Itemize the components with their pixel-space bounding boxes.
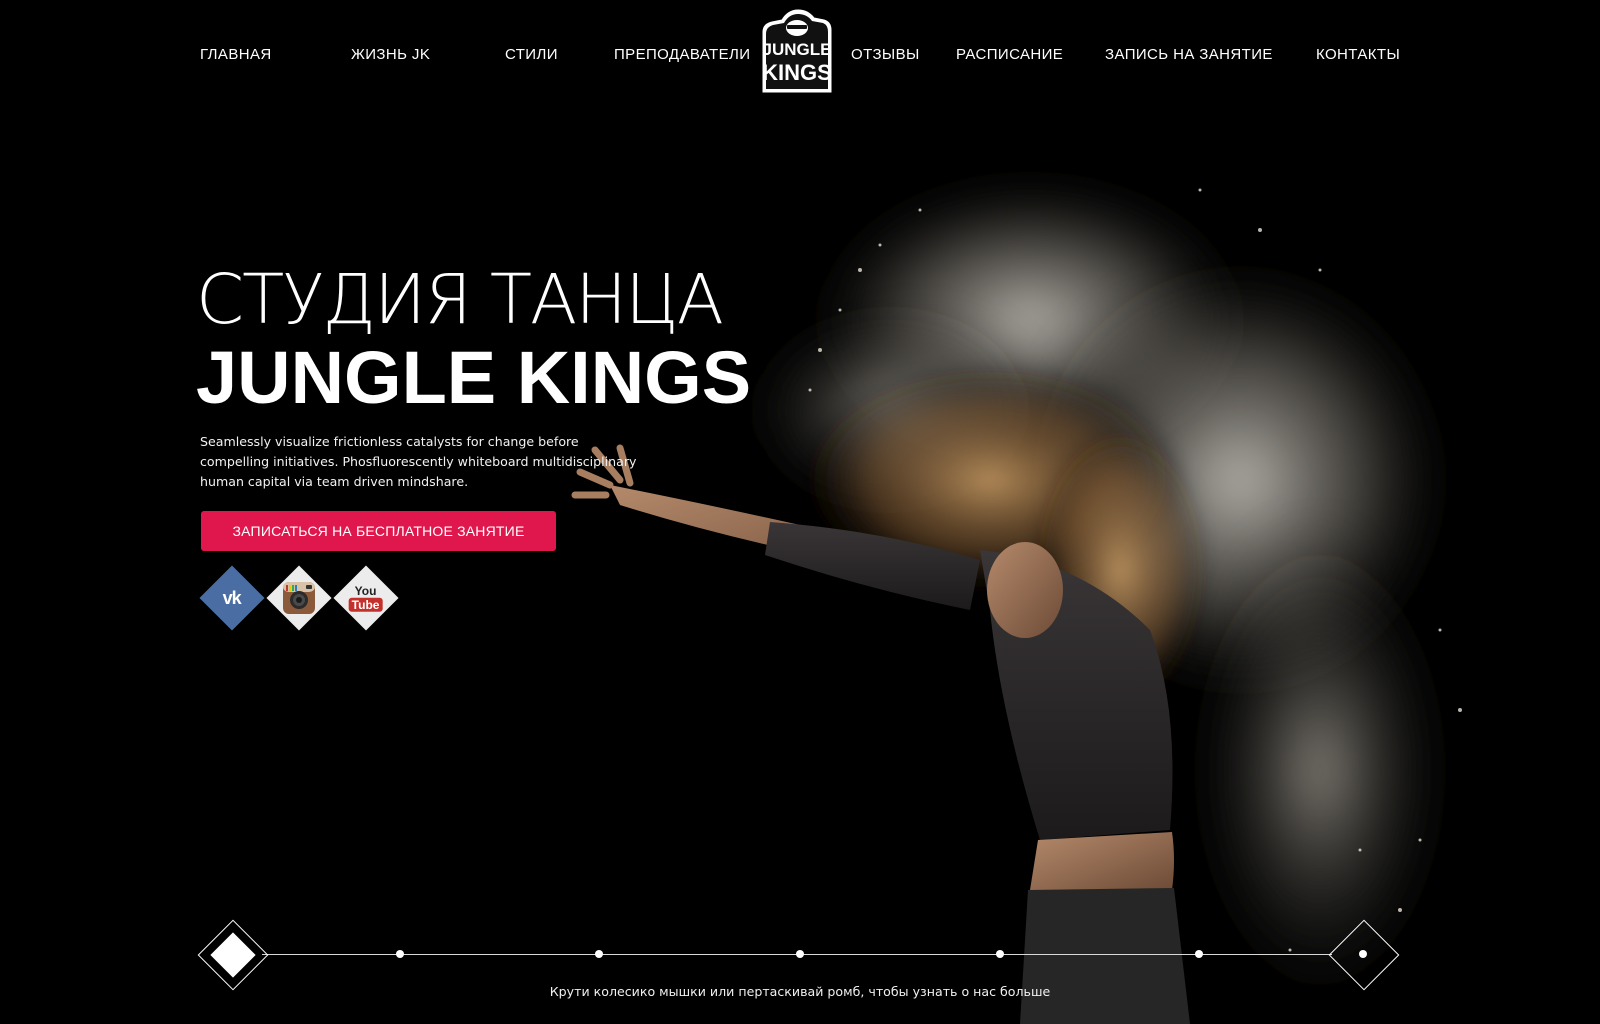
hero-description: Seamlessly visualize frictionless cataly… [200, 434, 637, 489]
nav-item-teachers[interactable]: Преподаватели [614, 46, 750, 63]
nav-item-styles[interactable]: Стили [505, 46, 558, 63]
free-lesson-signup-button[interactable]: Записаться на бесплатное занятие [201, 511, 556, 551]
vk-icon: vk [222, 587, 242, 608]
scroll-step-dot[interactable] [996, 950, 1004, 958]
jungle-kings-logo[interactable]: JUNGLE KINGS [760, 8, 834, 94]
instagram-icon [283, 582, 315, 614]
scroll-step-dot[interactable] [1195, 950, 1203, 958]
scroll-hint-text: Крути колесико мышки или пертаскивай ром… [549, 984, 1051, 999]
youtube-link[interactable]: You Tube [333, 565, 399, 631]
nav-item-schedule[interactable]: Расписание [956, 46, 1063, 63]
scroll-diamond-handle[interactable] [197, 919, 269, 991]
scroll-step-dot[interactable] [396, 950, 404, 958]
nav-item-reviews[interactable]: Отзывы [851, 46, 920, 63]
nav-item-signup[interactable]: Запись на занятие [1105, 46, 1273, 63]
logo-text-bottom: KINGS [762, 60, 832, 85]
scroll-end-diamond[interactable] [1328, 919, 1400, 991]
vk-link[interactable]: vk [199, 565, 265, 631]
instagram-link[interactable] [266, 565, 332, 631]
youtube-icon: Tube [349, 597, 383, 612]
scroll-step-dot[interactable] [796, 950, 804, 958]
youtube-icon-text-top: You [355, 583, 377, 598]
nav-item-home[interactable]: Главная [200, 46, 272, 63]
hero-title-line2: JUNGLE KINGS [196, 336, 752, 419]
scroll-step-dot[interactable] [595, 950, 603, 958]
scroll-diamond-fill [210, 932, 256, 978]
nav-item-jk-life[interactable]: Жизнь JK [351, 46, 430, 63]
nav-item-contacts[interactable]: Контакты [1316, 46, 1400, 63]
logo-text-top: JUNGLE [763, 40, 832, 59]
hero-title-line1: СТУДИЯ ТАНЦА [196, 260, 724, 340]
landing-page: Главная Жизнь JK Стили Преподаватели Отз… [0, 0, 1600, 1024]
